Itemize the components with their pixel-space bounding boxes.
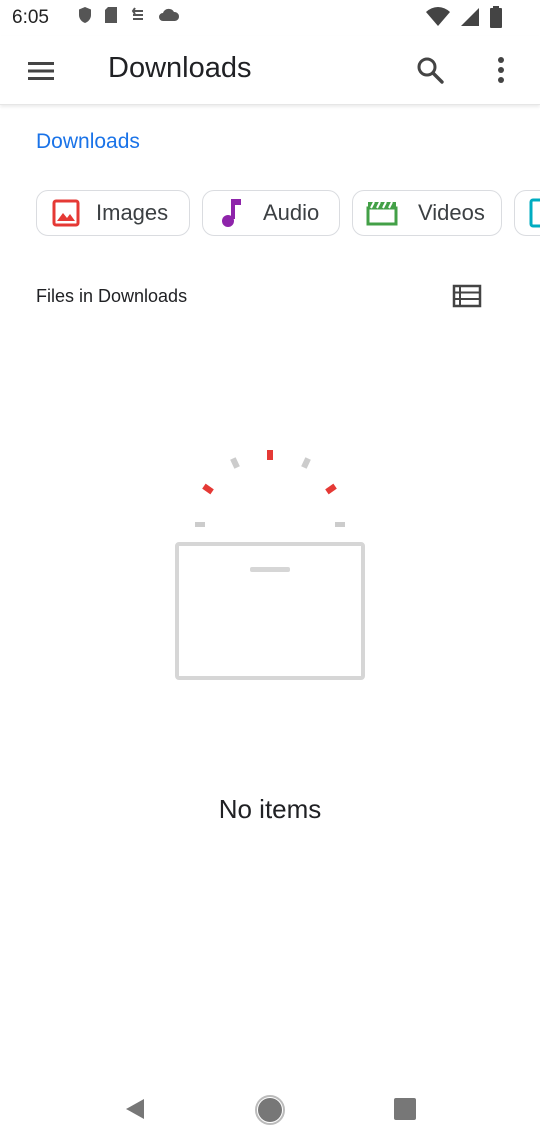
home-circle-icon [255, 1095, 285, 1125]
back-triangle-icon [126, 1099, 144, 1119]
notification-icons [78, 6, 180, 24]
system-icons [426, 6, 502, 28]
image-icon [52, 199, 80, 227]
burst-ray [325, 483, 337, 495]
app-bar: Downloads [0, 36, 540, 105]
more-vert-icon [498, 57, 504, 83]
empty-box-illustration [175, 450, 365, 680]
system-navigation-bar [0, 1080, 540, 1140]
status-bar: 6:05 [0, 0, 540, 36]
burst-ray [202, 483, 214, 495]
chip-images[interactable]: Images [36, 190, 190, 236]
sd-card-icon [105, 7, 117, 23]
filter-chips: Images Audio Videos [36, 190, 540, 238]
more-options-button[interactable] [488, 52, 514, 88]
signal-icon [461, 8, 479, 26]
burst-ray [230, 457, 240, 469]
burst-ray [267, 450, 273, 460]
battery-icon [490, 6, 502, 28]
section-title: Files in Downloads [36, 286, 188, 306]
menu-button[interactable] [22, 56, 62, 86]
status-time: 6:05 [12, 7, 49, 28]
view-toggle-button[interactable] [452, 284, 482, 308]
burst-ray [195, 522, 205, 527]
page-title: Downloads [108, 52, 252, 84]
movie-icon [366, 201, 398, 226]
chip-label: Audio [263, 200, 320, 225]
sync-icon [131, 7, 143, 20]
chip-label: Videos [418, 200, 485, 225]
cloud-icon [159, 8, 180, 21]
burst-ray [335, 522, 345, 527]
wifi-icon [426, 7, 450, 27]
chip-documents[interactable] [514, 190, 540, 236]
list-view-icon [452, 284, 482, 308]
shield-icon [79, 7, 91, 23]
chip-audio[interactable]: Audio [202, 190, 340, 236]
recent-apps-button[interactable] [392, 1096, 418, 1122]
search-icon [417, 57, 444, 84]
chip-videos[interactable]: Videos [352, 190, 502, 236]
breadcrumb[interactable]: Downloads [36, 130, 140, 154]
empty-state-message: No items [218, 794, 322, 824]
burst-ray [301, 457, 311, 469]
music-note-icon [222, 199, 241, 227]
search-button[interactable] [412, 52, 448, 88]
recent-apps-square-icon [394, 1098, 416, 1120]
box-slot [250, 567, 290, 572]
document-icon [529, 198, 540, 228]
box-outline [175, 542, 365, 680]
chip-label: Images [96, 200, 169, 225]
back-button[interactable] [120, 1094, 150, 1124]
home-button[interactable] [254, 1094, 286, 1126]
hamburger-menu-icon [28, 62, 54, 80]
